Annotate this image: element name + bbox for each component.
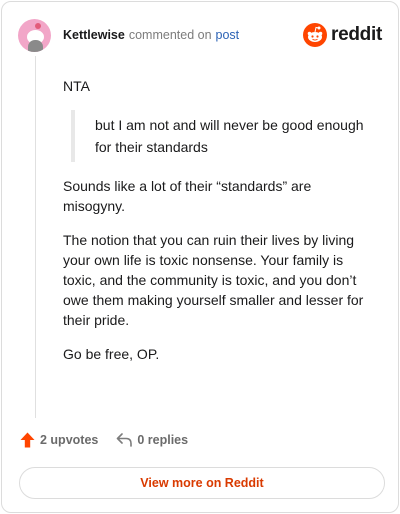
reddit-logo[interactable]: reddit xyxy=(303,23,382,47)
avatar-antenna xyxy=(35,22,41,29)
reply-count: 0 replies xyxy=(137,433,189,447)
upvote-arrow-icon xyxy=(20,432,35,448)
post-link[interactable]: post xyxy=(216,28,240,42)
comment-paragraph: Go be free, OP. xyxy=(63,346,160,362)
quote-text: but I am not and will never be good enou… xyxy=(95,117,364,155)
avatar[interactable] xyxy=(18,18,51,52)
view-more-on-reddit-button[interactable]: View more on Reddit xyxy=(19,467,385,499)
reply-button[interactable]: 0 replies xyxy=(116,433,188,447)
comment-actions: 2 upvotes 0 replies xyxy=(20,432,188,448)
upvote-count: 2 upvotes xyxy=(40,433,99,447)
thread-line xyxy=(35,56,36,418)
reddit-wordmark: reddit xyxy=(331,24,382,45)
comment-paragraph: The notion that you can ruin their lives… xyxy=(63,232,364,328)
comment-paragraph: NTA xyxy=(63,78,90,94)
comment-embed-card: Kettlewise commented on post reddit NTA … xyxy=(1,1,399,513)
upvote-button[interactable]: 2 upvotes xyxy=(20,432,98,448)
reddit-logo-icon xyxy=(303,23,328,47)
block-quote: but I am not and will never be good enou… xyxy=(71,110,373,162)
byline-verb: commented on xyxy=(128,28,212,42)
comment-body: NTA but I am not and will never be good … xyxy=(63,76,373,378)
avatar-body xyxy=(28,39,43,52)
byline: Kettlewise commented on post xyxy=(63,28,239,42)
comment-paragraph: Sounds like a lot of their “standards” a… xyxy=(63,178,312,214)
reply-arrow-icon xyxy=(117,433,133,447)
username-link[interactable]: Kettlewise xyxy=(63,28,125,42)
comment-header: Kettlewise commented on post reddit xyxy=(18,18,382,52)
